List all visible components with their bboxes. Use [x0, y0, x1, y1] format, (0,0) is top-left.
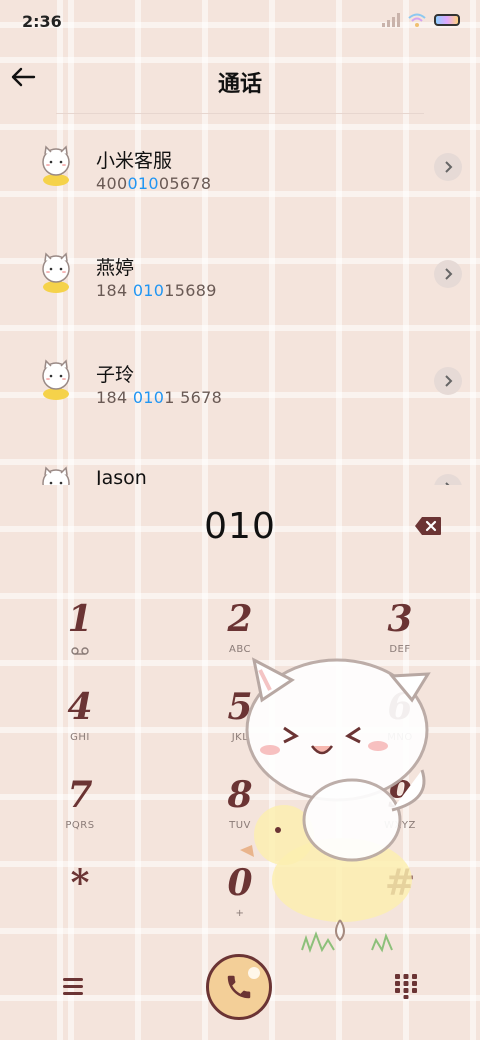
signal-icon [382, 13, 400, 27]
contact-number: 40001005678 [96, 174, 212, 193]
contact-detail-button[interactable] [434, 474, 462, 485]
header-divider [56, 113, 424, 114]
contact-row[interactable]: 小米客服 40001005678 [0, 128, 480, 235]
contact-number: 184 01015689 [96, 281, 217, 300]
chevron-right-icon [445, 161, 453, 173]
key-4[interactable]: 4 GHI [20, 686, 140, 766]
contact-list: 小米客服 40001005678 燕婷 184 01015689 子玲 184 … [0, 128, 480, 485]
key-8[interactable]: 8 TUV [180, 774, 300, 854]
key-2[interactable]: 2 ABC [180, 598, 300, 678]
battery-icon [434, 14, 460, 26]
wifi-icon [408, 13, 426, 27]
contact-name: 子玲 [96, 364, 135, 386]
key-0[interactable]: 0 + [180, 862, 300, 942]
call-button[interactable] [206, 954, 272, 1020]
menu-icon[interactable] [60, 974, 88, 998]
chevron-right-icon [445, 375, 453, 387]
contact-name: 小米客服 [96, 150, 173, 172]
dialed-number: 010 [204, 506, 276, 547]
contact-row[interactable]: Jason [0, 449, 480, 485]
contact-detail-button[interactable] [434, 260, 462, 288]
key-star[interactable]: * [20, 862, 140, 942]
key-7[interactable]: 7 PQRS [20, 774, 140, 854]
keypad-icon[interactable] [394, 972, 418, 1000]
contact-row[interactable]: 燕婷 184 01015689 [0, 235, 480, 342]
key-3[interactable]: 3 DEF [340, 598, 460, 678]
voicemail-icon [71, 647, 89, 655]
key-5[interactable]: 5 JKL [180, 686, 300, 766]
key-hash[interactable]: # [340, 862, 460, 942]
dial-display: 010 [0, 490, 480, 565]
call-button-shine [248, 967, 260, 979]
header: 通话 [0, 44, 480, 114]
status-bar: 2:36 [0, 0, 480, 44]
contact-detail-button[interactable] [434, 367, 462, 395]
bottom-bar [0, 950, 480, 1040]
contact-number: 184 0101 5678 [96, 388, 223, 407]
backspace-icon[interactable] [414, 516, 442, 536]
cat-avatar-icon [42, 359, 70, 400]
contact-row[interactable]: 子玲 184 0101 5678 [0, 342, 480, 449]
cat-avatar-icon [42, 466, 70, 485]
key-6[interactable]: 6 MNO [340, 686, 460, 766]
chevron-right-icon [445, 482, 450, 485]
contact-detail-button[interactable] [434, 153, 462, 181]
chevron-right-icon [445, 268, 453, 280]
key-1[interactable]: 1 [20, 598, 140, 678]
contact-name: Jason [96, 467, 147, 485]
status-time: 2:36 [22, 12, 62, 31]
cat-avatar-icon [42, 252, 70, 293]
status-icons [382, 13, 460, 27]
page-title: 通话 [217, 72, 262, 97]
cat-avatar-icon [42, 145, 70, 186]
contact-name: 燕婷 [96, 257, 135, 279]
key-9[interactable]: 9 WXYZ [340, 774, 460, 854]
